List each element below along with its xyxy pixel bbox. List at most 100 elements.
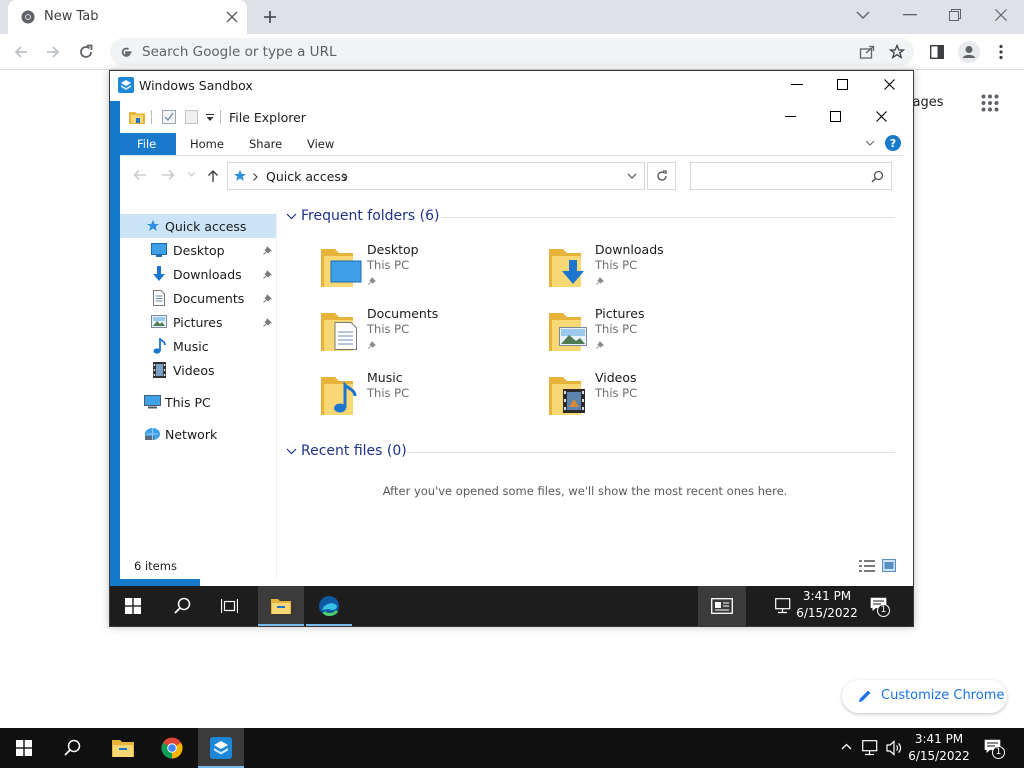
new-tab-plus-icon[interactable] [262, 9, 278, 25]
notification-badge: 1 [877, 604, 890, 617]
tab-close-icon[interactable] [226, 11, 238, 23]
nav-this-pc[interactable]: This PC [120, 390, 276, 414]
tray-volume-icon[interactable] [886, 740, 903, 756]
side-panel-icon[interactable] [930, 45, 944, 59]
refresh-button[interactable] [647, 162, 676, 190]
taskbar-search-icon[interactable] [64, 739, 81, 756]
nav-item-music[interactable]: Music [120, 334, 276, 358]
folder-location: This PC [595, 258, 638, 272]
sandbox-start-windows-icon[interactable] [125, 598, 141, 614]
sandbox-clock-time: 3:41 PM [802, 589, 852, 603]
folder-location: This PC [595, 386, 638, 400]
host-tray-clock[interactable]: 3:41 PM 6/15/2022 [907, 731, 971, 765]
sandbox-search-icon[interactable] [174, 597, 191, 614]
quick-access-star-icon [146, 219, 160, 233]
refresh-icon [656, 170, 668, 182]
details-view-icon[interactable] [859, 560, 875, 572]
tiles-view-icon[interactable] [882, 559, 896, 572]
sandbox-taskbar-edge[interactable] [306, 586, 352, 626]
sandbox-close-icon[interactable] [884, 79, 895, 90]
ribbon-expand-chevron-icon[interactable] [865, 140, 875, 147]
search-box[interactable] [690, 162, 892, 190]
chrome-menu-icon[interactable] [999, 44, 1003, 60]
folder-tile-downloads[interactable]: Downloads This PC [542, 239, 752, 291]
sandbox-desktop-edge-left [110, 101, 120, 586]
folder-tile-pictures[interactable]: Pictures This PC [542, 303, 752, 355]
back-arrow-icon[interactable] [13, 44, 29, 60]
nav-forward-icon[interactable] [161, 169, 175, 181]
sandbox-tray-clock[interactable]: 3:41 PM 6/15/2022 [796, 588, 858, 622]
ribbon-tab-home[interactable]: Home [190, 137, 224, 151]
sandbox-maximize-icon[interactable] [837, 79, 848, 90]
taskbar-sandbox-app[interactable] [198, 728, 244, 768]
nav-back-icon[interactable] [133, 169, 147, 181]
frequent-header-rule [441, 217, 895, 218]
nav-quick-access-label: Quick access [165, 219, 247, 234]
sandbox-news-widget[interactable] [698, 586, 746, 626]
frequent-collapse-chevron-icon[interactable] [286, 213, 297, 220]
sandbox-minimize-icon[interactable] [791, 84, 803, 86]
address-crumb[interactable]: Quick access [266, 169, 347, 184]
chrome-restore-icon[interactable] [949, 9, 961, 21]
folder-tile-documents[interactable]: Documents This PC [314, 303, 524, 355]
qat-separator [151, 110, 152, 124]
nav-recent-chevron-icon[interactable] [188, 172, 195, 177]
ribbon-tab-share[interactable]: Share [249, 137, 282, 151]
reload-icon[interactable] [78, 44, 94, 60]
news-widget-icon [711, 598, 733, 614]
recent-collapse-chevron-icon[interactable] [286, 448, 297, 455]
nav-quick-access[interactable]: Quick access [120, 214, 276, 238]
customize-chrome-button[interactable]: Customize Chrome [842, 680, 1007, 713]
nav-item-documents[interactable]: Documents [120, 286, 276, 310]
address-star-icon [233, 169, 247, 183]
tray-network-icon[interactable] [862, 740, 879, 756]
host-action-center[interactable]: 1 [982, 738, 1008, 760]
help-icon[interactable]: ? [885, 135, 901, 151]
address-history-chevron-icon[interactable] [627, 173, 637, 180]
ribbon-tab-file[interactable]: File [120, 133, 176, 155]
chrome-close-icon[interactable] [995, 9, 1007, 21]
tray-overflow-chevron-icon[interactable] [841, 743, 852, 750]
chrome-tab[interactable]: New Tab [8, 0, 247, 34]
nav-up-icon[interactable] [207, 169, 219, 183]
forward-arrow-icon[interactable] [45, 44, 61, 60]
recent-files-header[interactable]: Recent files (0) [301, 443, 407, 459]
ribbon-tab-view[interactable]: View [307, 137, 334, 151]
bookmark-star-icon[interactable] [889, 44, 905, 60]
nav-item-videos[interactable]: Videos [120, 358, 276, 382]
qat-newfolder-icon[interactable] [185, 110, 198, 124]
profile-avatar-icon[interactable] [958, 41, 980, 63]
qat-properties-icon[interactable] [162, 110, 176, 124]
frequent-folders-header[interactable]: Frequent folders (6) [301, 208, 440, 224]
folder-tile-videos[interactable]: Videos This PC [542, 367, 752, 419]
qat-dropdown-icon[interactable] [206, 114, 214, 122]
address-bar[interactable]: Quick access [227, 162, 645, 190]
nav-item-desktop[interactable]: Desktop [120, 238, 276, 262]
folder-tile-music[interactable]: Music This PC [314, 367, 524, 419]
sandbox-taskbar-explorer[interactable] [258, 586, 304, 626]
sandbox-network-tray-icon[interactable] [775, 598, 792, 614]
file-explorer-window: File Explorer File Home Share View ? Qui… [110, 101, 913, 579]
omnibox[interactable]: Search Google or type a URL [110, 38, 914, 66]
start-windows-icon[interactable] [16, 740, 32, 756]
explorer-maximize-icon[interactable] [830, 111, 841, 122]
google-apps-icon[interactable] [981, 94, 999, 112]
pin-icon [368, 276, 377, 285]
address-separator-chevron-icon[interactable] [253, 173, 258, 181]
taskbar-file-explorer-icon[interactable] [112, 738, 134, 757]
nav-item-downloads[interactable]: Downloads [120, 262, 276, 286]
sandbox-task-view-icon[interactable] [221, 598, 238, 614]
nav-network[interactable]: Network [120, 422, 276, 446]
sandbox-action-center[interactable]: 1 [868, 596, 892, 618]
tab-search-chevron-icon[interactable] [856, 10, 870, 20]
address-crumb-chevron-icon[interactable] [343, 173, 348, 181]
folder-tile-desktop[interactable]: Desktop This PC [314, 239, 524, 291]
share-icon[interactable] [859, 44, 875, 60]
documents-folder-icon [321, 307, 363, 351]
taskbar-chrome-icon[interactable] [161, 737, 183, 759]
explorer-close-icon[interactable] [876, 111, 887, 122]
explorer-minimize-icon[interactable] [785, 116, 796, 118]
nav-item-pictures[interactable]: Pictures [120, 310, 276, 334]
windows-sandbox-window: Windows Sandbox File Explorer File Home … [109, 70, 914, 627]
chrome-minimize-icon[interactable] [903, 14, 917, 16]
